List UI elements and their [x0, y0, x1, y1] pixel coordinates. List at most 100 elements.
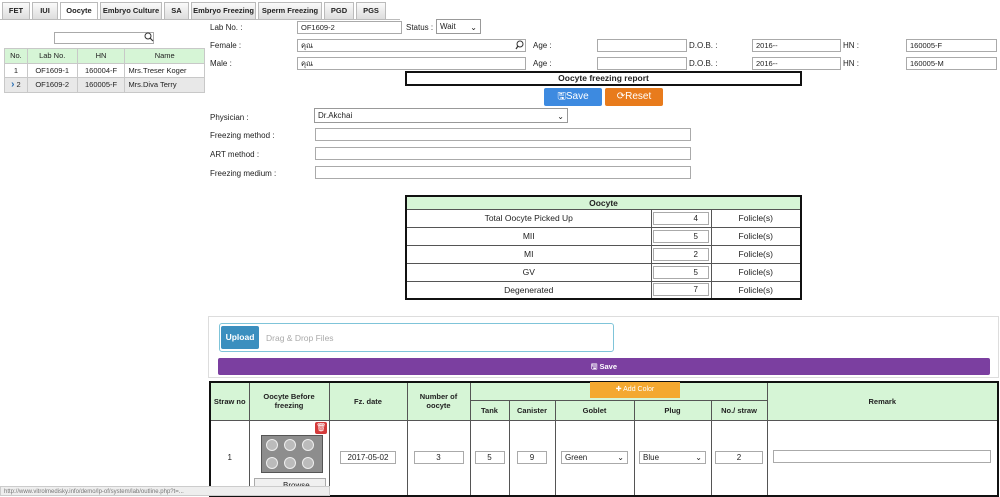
- search-icon[interactable]: [144, 32, 154, 42]
- col-num-oocyte: Number of oocyte: [406, 381, 471, 421]
- hn-label: HN :: [843, 41, 859, 50]
- save-images-button[interactable]: 🖫 Save: [218, 358, 990, 375]
- freezing-method-label: Freezing method :: [210, 131, 275, 140]
- freezing-method-field[interactable]: [315, 128, 691, 141]
- canister-input[interactable]: 9: [517, 451, 547, 465]
- add-color-button[interactable]: ✚ Add Color: [590, 382, 680, 398]
- oocyte-thumbnail[interactable]: [261, 435, 323, 473]
- upload-button[interactable]: Upload: [221, 326, 259, 349]
- oocyte-row-label: GV: [405, 262, 652, 282]
- tab-bar: FET IUI Oocyte Embryo Culture SA Embryo …: [0, 0, 400, 20]
- art-method-label: ART method :: [210, 150, 260, 159]
- straw-no-cell: 1: [209, 419, 250, 497]
- goblet-select[interactable]: Green ⌄: [561, 451, 628, 465]
- row-lab-no: OF1609-2: [26, 77, 78, 93]
- tab-iui[interactable]: IUI: [32, 2, 58, 19]
- oocyte-gv-input[interactable]: 5: [653, 265, 709, 279]
- female-label: Female :: [210, 41, 242, 50]
- reset-button[interactable]: ⟳Reset: [605, 88, 663, 106]
- num-oocyte-input[interactable]: 3: [413, 451, 464, 465]
- floppy-icon: 🖫: [590, 362, 598, 371]
- col-fz-date: Fz. date: [328, 381, 408, 421]
- oocyte-header: Oocyte: [405, 195, 802, 210]
- lab-no-field[interactable]: OF1609-2: [297, 21, 402, 34]
- col-plug: Plug: [633, 399, 712, 421]
- male-hn-field[interactable]: 160005-M: [906, 57, 997, 70]
- male-dob-field[interactable]: 2016--: [752, 57, 841, 70]
- plus-icon: ✚: [615, 386, 622, 393]
- lab-no-label: Lab No. :: [210, 23, 243, 32]
- chevron-down-icon: ⌄: [557, 112, 564, 121]
- oocyte-total-input[interactable]: 4: [653, 211, 709, 225]
- hn-label: HN :: [843, 59, 859, 68]
- col-goblet: Goblet: [554, 399, 635, 421]
- male-age-field[interactable]: [597, 57, 687, 70]
- trash-icon[interactable]: 🗑: [315, 422, 327, 434]
- patient-search-input[interactable]: [54, 32, 154, 44]
- report-title: Oocyte freezing report: [405, 71, 802, 86]
- dob-label: D.O.B. :: [689, 59, 718, 68]
- col-oocyte-image: Oocyte Before freezing: [248, 381, 330, 421]
- tab-oocyte[interactable]: Oocyte: [60, 2, 98, 20]
- female-hn-field[interactable]: 160005-F: [906, 39, 997, 52]
- col-name: Name: [124, 48, 205, 64]
- tab-embryo-culture[interactable]: Embryo Culture: [100, 2, 162, 19]
- male-field[interactable]: คุณ: [297, 57, 526, 70]
- status-select[interactable]: Wait ⌄: [436, 19, 481, 34]
- dob-label: D.O.B. :: [689, 41, 718, 50]
- oocyte-mi-input[interactable]: 2: [653, 247, 709, 261]
- unit-label: Folicle(s): [710, 208, 802, 228]
- tab-sperm-freezing[interactable]: Sperm Freezing: [258, 2, 322, 19]
- straw-table: Straw no Oocyte Before freezing Fz. date…: [209, 381, 999, 497]
- unit-label: Folicle(s): [710, 244, 802, 264]
- col-no: No.: [4, 48, 28, 64]
- col-no-straw: No./ straw: [710, 399, 768, 421]
- oocyte-degenerated-input[interactable]: 7: [653, 283, 709, 297]
- female-age-field[interactable]: [597, 39, 687, 52]
- physician-select[interactable]: Dr.Akchai ⌄: [314, 108, 568, 123]
- female-field[interactable]: คุณ: [297, 39, 526, 52]
- remark-input[interactable]: [773, 450, 992, 464]
- male-label: Male :: [210, 59, 232, 68]
- col-remark: Remark: [766, 381, 999, 421]
- tab-fet[interactable]: FET: [2, 2, 30, 19]
- col-lab-no: Lab No.: [26, 48, 78, 64]
- art-method-field[interactable]: [315, 147, 691, 160]
- col-tank: Tank: [469, 399, 510, 421]
- row-no: › 2: [4, 77, 28, 93]
- tab-sa[interactable]: SA: [164, 2, 189, 19]
- save-button[interactable]: 🖫Save: [544, 88, 602, 106]
- search-icon[interactable]: [515, 40, 525, 50]
- status-bar-url: http://www.vitrolmedisky.info/demo/lp-of…: [0, 486, 330, 496]
- no-straw-input[interactable]: 2: [715, 451, 763, 465]
- unit-label: Folicle(s): [710, 262, 802, 282]
- female-dob-field[interactable]: 2016--: [752, 39, 841, 52]
- plug-select[interactable]: Blue ⌄: [639, 451, 706, 465]
- col-hn: HN: [76, 48, 126, 64]
- chevron-right-icon: ›: [11, 79, 15, 91]
- tab-pgd[interactable]: PGD: [324, 2, 354, 19]
- tank-input[interactable]: 5: [474, 451, 505, 465]
- fz-date-input[interactable]: 2017-05-02: [340, 451, 396, 465]
- oocyte-row-label: MII: [405, 226, 652, 246]
- row-name: Mrs.Diva Terry: [124, 77, 205, 93]
- freezing-medium-field[interactable]: [315, 166, 691, 179]
- tab-embryo-freezing[interactable]: Embryo Freezing: [191, 2, 256, 19]
- physician-label: Physician :: [210, 113, 249, 122]
- col-canister: Canister: [508, 399, 556, 421]
- oocyte-row-label: Total Oocyte Picked Up: [405, 208, 652, 228]
- row-lab-no: OF1609-1: [26, 62, 78, 78]
- row-hn: 160005-F: [76, 77, 126, 93]
- chevron-down-icon: ⌄: [695, 453, 702, 463]
- table-row[interactable]: › 2 OF1609-2 160005-F Mrs.Diva Terry: [4, 77, 205, 93]
- tab-pgs[interactable]: PGS: [356, 2, 386, 19]
- floppy-icon: 🖫: [557, 91, 566, 102]
- oocyte-table: Oocyte Total Oocyte Picked Up 4 Folicle(…: [405, 195, 802, 300]
- table-row[interactable]: 1 OF1609-1 160004-F Mrs.Treser Koger: [4, 62, 205, 78]
- refresh-icon: ⟳: [616, 91, 626, 102]
- age-label: Age :: [533, 41, 552, 50]
- oocyte-mii-input[interactable]: 5: [653, 229, 709, 243]
- freezing-medium-label: Freezing medium :: [210, 169, 277, 178]
- chevron-down-icon: ⌄: [617, 453, 624, 463]
- dropzone-placeholder: Drag & Drop Files: [266, 333, 334, 343]
